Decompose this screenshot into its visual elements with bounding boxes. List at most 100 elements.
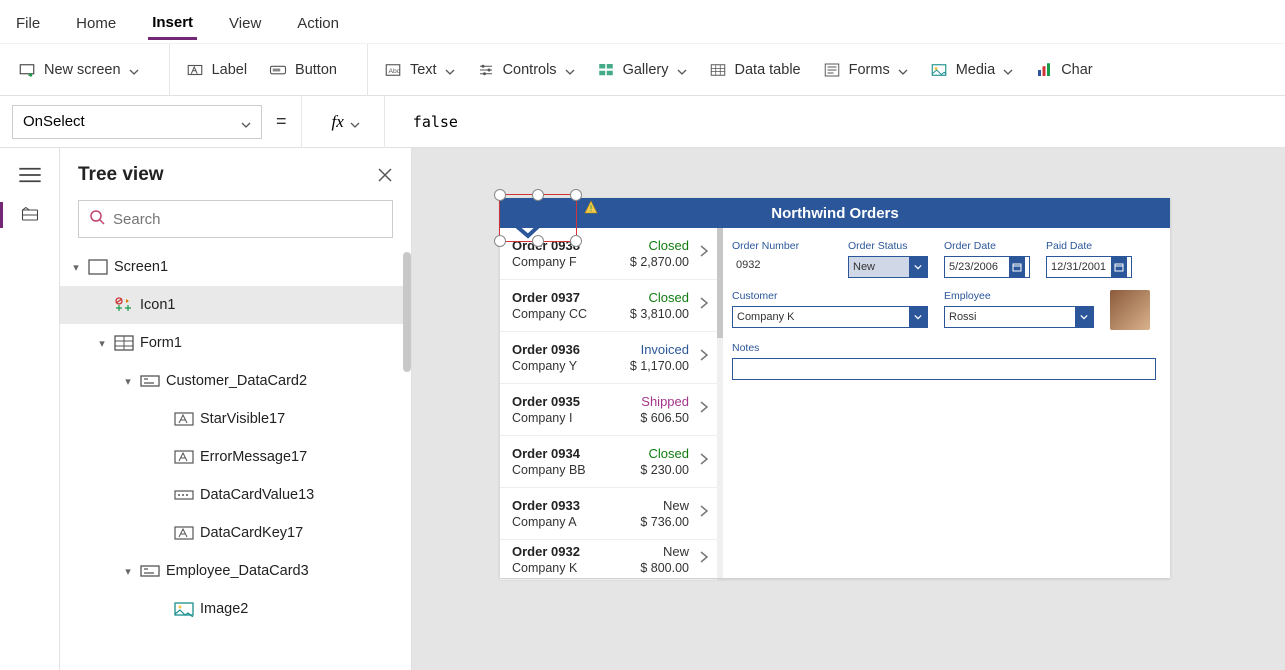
fx-button[interactable]: fx	[322, 105, 370, 139]
insert-button-button[interactable]: Button	[263, 55, 343, 85]
insert-forms-button[interactable]: Forms	[817, 55, 914, 85]
new-screen-label: New screen	[44, 62, 121, 78]
employee-dropdown[interactable]: Rossi	[944, 306, 1094, 328]
list-scrollbar[interactable]	[717, 228, 723, 578]
customer-dropdown[interactable]: Company K	[732, 306, 928, 328]
dropdown-caret-icon	[241, 117, 251, 127]
forms-icon	[823, 61, 841, 79]
order-date-label: Order Date	[944, 240, 1030, 252]
chevron-right-icon[interactable]	[699, 504, 711, 523]
label-control-icon	[174, 525, 194, 541]
tree-node-label: Icon1	[140, 297, 175, 313]
order-company: Company CC	[512, 307, 608, 321]
selection-outline[interactable]	[499, 194, 577, 242]
menu-insert[interactable]: Insert	[148, 4, 197, 40]
resize-handle[interactable]	[494, 235, 506, 247]
chevron-right-icon[interactable]	[699, 244, 711, 263]
tree-node-datacardkey[interactable]: DataCardKey17	[60, 514, 411, 552]
resize-handle[interactable]	[570, 189, 582, 201]
chevron-right-icon[interactable]	[699, 348, 711, 367]
canvas[interactable]: Northwind Orders Order 0938Company FClos…	[412, 148, 1285, 670]
order-amount: $ 736.00	[612, 515, 689, 529]
menu-view[interactable]: View	[225, 5, 265, 38]
scrollbar-thumb[interactable]	[403, 252, 411, 372]
fx-icon: fx	[332, 112, 344, 132]
collapse-icon[interactable]: ▾	[96, 337, 108, 350]
resize-handle[interactable]	[532, 189, 544, 201]
rail-hamburger-button[interactable]	[18, 166, 42, 184]
order-company: Company Y	[512, 359, 608, 373]
order-list-item[interactable]: Order 0936Company YInvoiced$ 1,170.00	[500, 332, 717, 384]
insert-media-button[interactable]: Media	[924, 55, 1020, 85]
warning-icon[interactable]	[584, 200, 598, 214]
button-icon	[269, 61, 287, 79]
close-panel-button[interactable]	[377, 167, 393, 183]
insert-charts-button[interactable]: Char	[1029, 55, 1098, 85]
app-preview[interactable]: Northwind Orders Order 0938Company FClos…	[500, 198, 1170, 578]
order-status: Closed	[612, 238, 689, 253]
collapse-icon[interactable]: ▾	[122, 565, 134, 578]
order-status-dropdown[interactable]: New	[848, 256, 928, 278]
data-table-icon	[709, 61, 727, 79]
tree-node-errormessage[interactable]: ErrorMessage17	[60, 438, 411, 476]
order-id: Order 0937	[512, 290, 608, 305]
insert-media-label: Media	[956, 62, 996, 78]
tree-node-employee-datacard[interactable]: ▾ Employee_DataCard3	[60, 552, 411, 590]
property-dropdown[interactable]: OnSelect	[12, 105, 262, 139]
resize-handle[interactable]	[532, 235, 544, 247]
tree-search-box[interactable]	[78, 200, 393, 238]
tree-node-screen1[interactable]: ▾ Screen1	[60, 248, 411, 286]
chevron-right-icon[interactable]	[699, 550, 711, 569]
calendar-icon[interactable]	[1009, 257, 1025, 277]
rail-tree-view-button[interactable]	[18, 206, 42, 224]
formula-input[interactable]: false	[405, 107, 1273, 137]
insert-data-table-button[interactable]: Data table	[703, 55, 807, 85]
form-icon	[114, 335, 134, 351]
tree-node-form1[interactable]: ▾ Form1	[60, 324, 411, 362]
tree-node-datacardvalue[interactable]: DataCardValue13	[60, 476, 411, 514]
order-list-item[interactable]: Order 0933Company ANew$ 736.00	[500, 488, 717, 540]
insert-controls-button[interactable]: Controls	[471, 55, 581, 85]
resize-handle[interactable]	[570, 235, 582, 247]
order-list-item[interactable]: Order 0934Company BBClosed$ 230.00	[500, 436, 717, 488]
tree-node-image2[interactable]: Image2	[60, 590, 411, 628]
insert-gallery-button[interactable]: Gallery	[591, 55, 693, 85]
order-list-item[interactable]: Order 0937Company CCClosed$ 3,810.00	[500, 280, 717, 332]
insert-gallery-label: Gallery	[623, 62, 669, 78]
collapse-icon[interactable]: ▾	[122, 375, 134, 388]
new-screen-button[interactable]: New screen	[12, 55, 145, 85]
dropdown-caret-icon	[909, 307, 927, 327]
tree-list[interactable]: ▾ Screen1 Icon1 ▾ Form1 ▾ Customer_DataC…	[60, 248, 411, 670]
tree-node-label: Employee_DataCard3	[166, 563, 309, 579]
dropdown-caret-icon	[565, 65, 575, 75]
tree-node-icon1[interactable]: Icon1	[60, 286, 411, 324]
insert-label-button[interactable]: Label	[180, 55, 253, 85]
notes-input[interactable]	[732, 358, 1156, 380]
datacard-icon	[140, 563, 160, 579]
menu-home[interactable]: Home	[72, 5, 120, 38]
tree-search-input[interactable]	[113, 211, 382, 228]
order-list[interactable]: Order 0938Company FClosed$ 2,870.00Order…	[500, 228, 718, 578]
property-name: OnSelect	[23, 113, 85, 130]
insert-forms-label: Forms	[849, 62, 890, 78]
chevron-right-icon[interactable]	[699, 296, 711, 315]
scrollbar-thumb[interactable]	[717, 228, 723, 338]
paid-date-input[interactable]: 12/31/2001	[1046, 256, 1132, 278]
order-date-input[interactable]: 5/23/2006	[944, 256, 1030, 278]
order-list-item[interactable]: Order 0935Company IShipped$ 606.50	[500, 384, 717, 436]
tree-node-starvisible[interactable]: StarVisible17	[60, 400, 411, 438]
menu-file[interactable]: File	[12, 5, 44, 38]
collapse-icon[interactable]: ▾	[70, 261, 82, 274]
order-id: Order 0934	[512, 446, 608, 461]
menu-action[interactable]: Action	[293, 5, 343, 38]
chevron-right-icon[interactable]	[699, 452, 711, 471]
resize-handle[interactable]	[494, 189, 506, 201]
order-list-item[interactable]: Order 0932Company KNew$ 800.00	[500, 540, 717, 580]
insert-text-button[interactable]: Abc Text	[378, 55, 461, 85]
calendar-icon[interactable]	[1111, 257, 1127, 277]
tree-node-label: Image2	[200, 601, 248, 617]
chevron-right-icon[interactable]	[699, 400, 711, 419]
gallery-icon	[597, 61, 615, 79]
tree-node-customer-datacard[interactable]: ▾ Customer_DataCard2	[60, 362, 411, 400]
tree-node-label: ErrorMessage17	[200, 449, 307, 465]
